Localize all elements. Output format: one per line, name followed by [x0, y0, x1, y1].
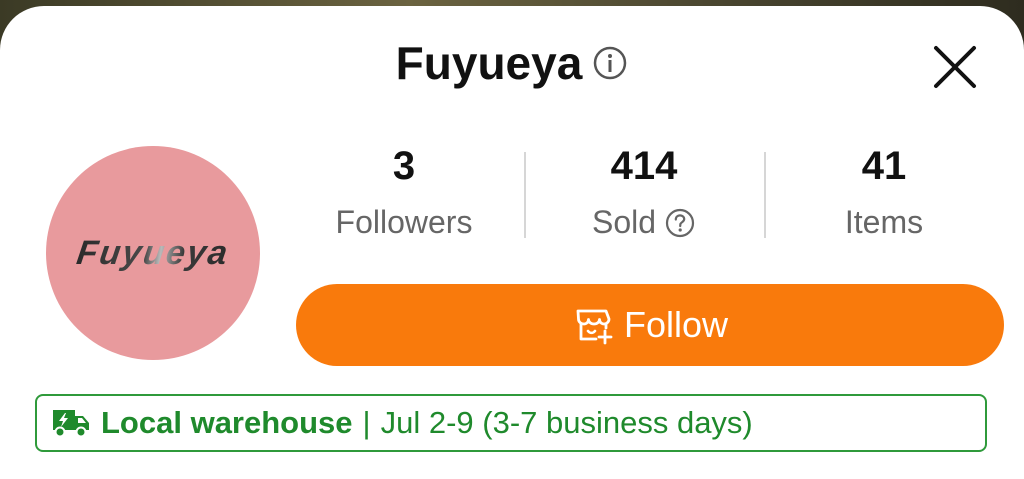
- stat-followers[interactable]: 3 Followers: [284, 140, 524, 248]
- shipping-date: Jul 2-9 (3-7 business days): [380, 405, 753, 440]
- shipping-type: Local warehouse: [101, 405, 353, 440]
- follow-button-label: Follow: [623, 304, 729, 345]
- avatar-logo-text: Fuyueya: [74, 233, 232, 272]
- shop-stats: 3 Followers 414 Sold 41 Items: [284, 140, 1004, 248]
- shop-avatar[interactable]: Fuyueya: [46, 146, 260, 360]
- stat-items[interactable]: 41 Items: [764, 140, 1004, 248]
- stat-sold[interactable]: 414 Sold: [524, 140, 764, 248]
- stat-label-text: Items: [844, 204, 924, 240]
- close-button[interactable]: [926, 38, 984, 96]
- follow-button[interactable]: Follow: [296, 284, 1004, 366]
- stat-label: Items: [845, 204, 923, 241]
- info-icon[interactable]: [592, 45, 628, 81]
- stat-value: 41: [861, 144, 907, 188]
- shop-title-row: Fuyueya: [0, 36, 1024, 90]
- stat-value: 3: [392, 144, 416, 188]
- shop-name: Fuyueya: [395, 37, 583, 89]
- shipping-separator: |: [362, 405, 371, 440]
- close-icon: [934, 46, 976, 88]
- stat-label-text: Sold: [591, 204, 657, 240]
- truck-lightning-icon: [51, 406, 91, 440]
- shipping-banner[interactable]: Local warehouse | Jul 2-9 (3-7 business …: [35, 394, 987, 452]
- store-add-icon: [572, 303, 616, 347]
- stat-value: 414: [610, 144, 678, 188]
- stat-label: Followers: [336, 204, 473, 241]
- stat-label-text: Followers: [335, 204, 473, 240]
- question-circle-icon[interactable]: [664, 207, 696, 239]
- stat-label: Sold: [592, 204, 696, 241]
